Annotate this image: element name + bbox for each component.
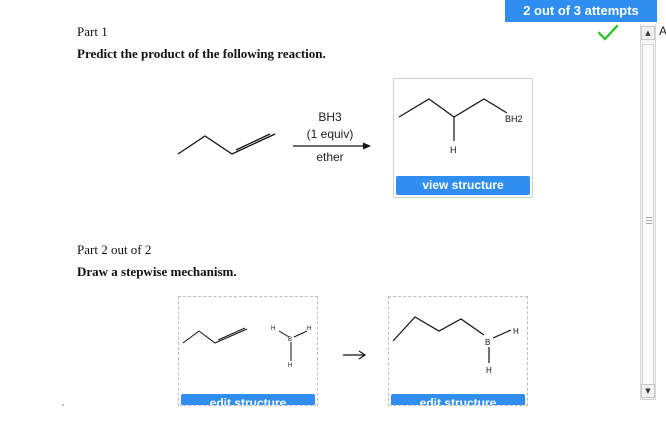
step2-label-b: B: [485, 338, 490, 347]
reagent-borane: BH3: [318, 110, 342, 124]
clipped-edge-letter: A: [659, 24, 666, 38]
part1-prompt: Predict the product of the following rea…: [77, 46, 326, 61]
scroll-up-button[interactable]: ▲: [641, 26, 655, 40]
edit-structure-button-2[interactable]: edit structure: [391, 394, 525, 405]
part1-title: Part 1: [77, 24, 108, 39]
step1-label-h2: H: [307, 326, 311, 332]
step2-label-h-right: H: [513, 327, 519, 336]
part2-title: Part 2 out of 2: [77, 242, 152, 257]
step1-label-h3: H: [288, 363, 292, 369]
step1-structure: H H B H: [182, 326, 311, 369]
stray-dot: [62, 404, 64, 406]
step2-structure: B H H: [392, 316, 519, 375]
grip-icon: [646, 217, 652, 224]
mechanism-step2-box: B H H edit structure: [388, 296, 528, 406]
product-label-bh2: BH2: [505, 114, 523, 124]
attempts-badge: 2 out of 3 attempts: [505, 0, 657, 22]
view-structure-button[interactable]: view structure: [396, 176, 530, 195]
scrollbar-thumb[interactable]: [642, 44, 654, 400]
reactant-butene-structure: [177, 133, 276, 155]
product-label-h: H: [450, 145, 457, 155]
down-arrow-icon: ▼: [645, 387, 651, 395]
step1-label-h1: H: [271, 326, 275, 332]
part2-prompt: Draw a stepwise mechanism.: [77, 264, 237, 279]
scroll-down-button[interactable]: ▼: [641, 384, 655, 398]
reaction-arrow-icon: [343, 350, 367, 360]
step1-label-b: B: [288, 337, 292, 343]
checkmark-icon: [597, 24, 619, 41]
mechanism-step1-box: H H B H edit structure: [178, 296, 318, 406]
step2-label-h-bottom: H: [486, 366, 492, 375]
edit-structure-button-1[interactable]: edit structure: [181, 394, 315, 405]
product-structure-box: BH2 H view structure: [393, 78, 533, 198]
reagent-equiv: (1 equiv): [306, 127, 354, 141]
product-organoborane-structure: BH2 H: [398, 98, 523, 155]
reagent-solvent: ether: [316, 150, 344, 164]
up-arrow-icon: ▲: [645, 29, 651, 37]
vertical-scrollbar[interactable]: ▲ ▼: [640, 24, 656, 400]
